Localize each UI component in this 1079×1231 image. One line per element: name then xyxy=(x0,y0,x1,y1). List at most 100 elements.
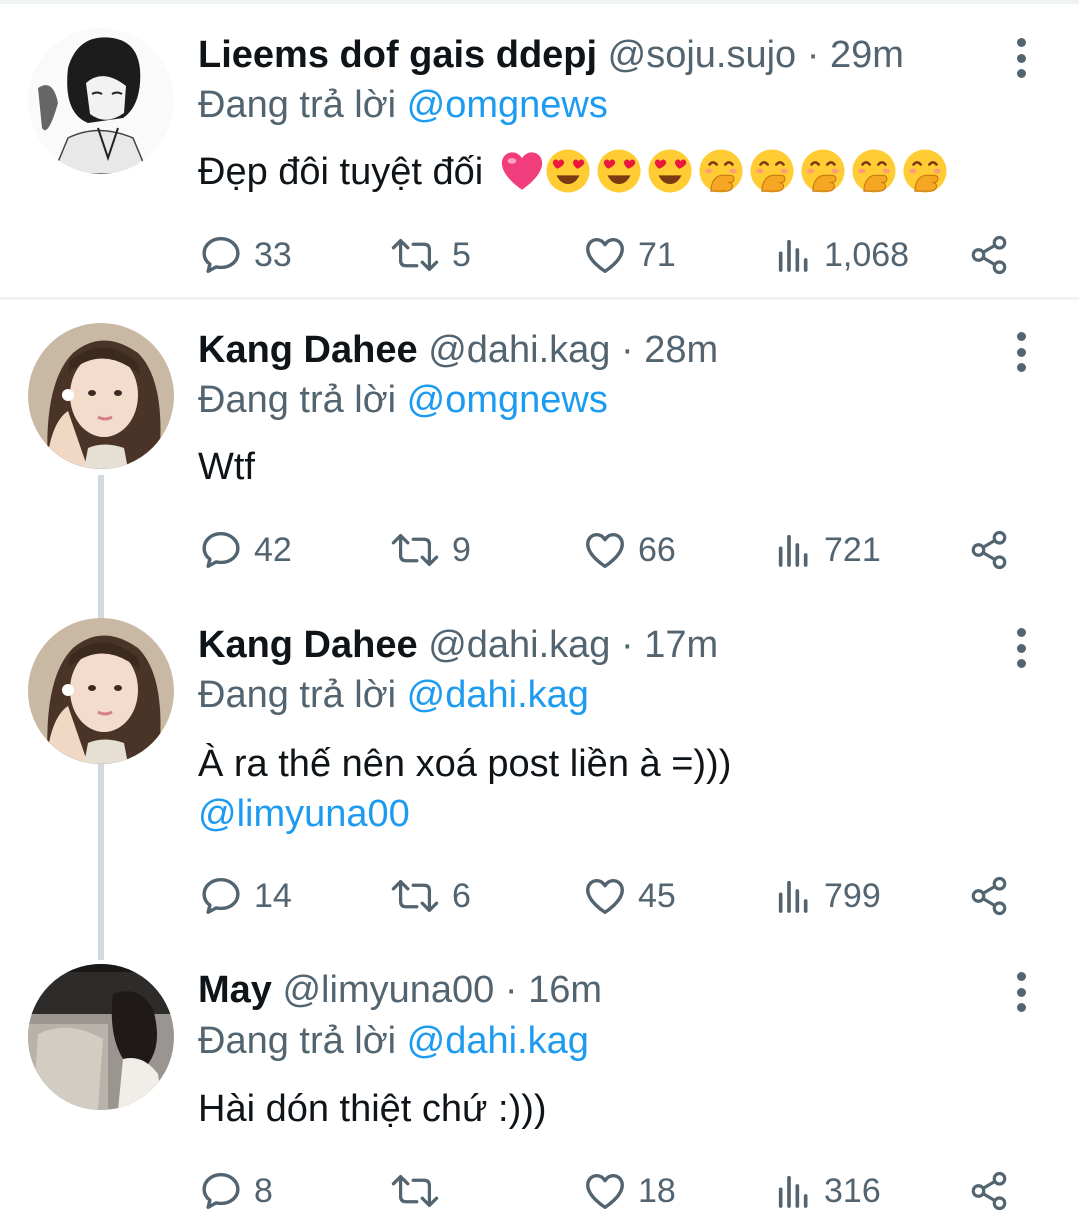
avatar[interactable] xyxy=(28,964,174,1110)
like-button[interactable]: 71 xyxy=(582,230,676,280)
like-count: 71 xyxy=(638,235,676,274)
views-button[interactable]: 1,068 xyxy=(774,230,909,280)
view-count: 799 xyxy=(824,876,881,915)
avatar[interactable] xyxy=(28,323,174,469)
timestamp[interactable]: 17m xyxy=(644,624,718,666)
avatar[interactable] xyxy=(28,618,174,764)
display-name[interactable]: Kang Dahee xyxy=(198,329,418,371)
heart-eyes-emoji-icon xyxy=(647,148,693,194)
reply-button[interactable]: 42 xyxy=(198,525,292,575)
display-name[interactable]: Lieems dof gais ddepj xyxy=(198,34,597,76)
reply-button[interactable]: 8 xyxy=(198,1166,273,1216)
views-icon xyxy=(774,235,814,275)
retweet-icon xyxy=(388,233,442,277)
views-button[interactable]: 721 xyxy=(774,525,881,575)
tweet-actions: 33 5 71 1,068 xyxy=(198,230,1028,280)
mention-link[interactable]: @dahi.kag xyxy=(407,674,589,716)
tweet-text-line: Wtf xyxy=(198,446,255,488)
mention-link[interactable]: @dahi.kag xyxy=(407,1020,589,1062)
retweet-icon xyxy=(388,874,442,918)
like-button[interactable]: 18 xyxy=(582,1166,676,1216)
more-options-icon[interactable] xyxy=(1008,972,1034,1012)
share-icon xyxy=(968,234,1010,276)
mention-link[interactable]: @omgnews xyxy=(407,379,608,421)
replying-to: Đang trả lời @dahi.kag xyxy=(198,1018,589,1064)
reply-button[interactable]: 14 xyxy=(198,871,292,921)
tweet-header: Lieems dof gais ddepj @soju.sujo · 29m xyxy=(198,32,904,78)
handle[interactable]: @dahi.kag xyxy=(428,329,610,371)
mention-link[interactable]: @limyuna00 xyxy=(198,793,410,835)
reply-icon xyxy=(198,1168,244,1214)
view-count: 721 xyxy=(824,530,881,569)
hand-over-mouth-emoji-icon xyxy=(800,148,846,194)
reply-count: 14 xyxy=(254,876,292,915)
tweet-text-line: Đẹp đôi tuyệt đối xyxy=(198,151,484,193)
tweet[interactable]: Lieems dof gais ddepj @soju.sujo · 29m Đ… xyxy=(0,0,1079,298)
heart-eyes-emoji-icon xyxy=(545,148,591,194)
retweet-button[interactable]: 6 xyxy=(388,871,471,921)
retweet-button[interactable] xyxy=(388,1166,452,1216)
tweet-actions: 8 18 316 xyxy=(198,1166,1028,1216)
share-button[interactable] xyxy=(968,230,1010,280)
share-icon xyxy=(968,529,1010,571)
retweet-icon xyxy=(388,528,442,572)
separator: · xyxy=(621,624,634,666)
replying-to: Đang trả lời @omgnews xyxy=(198,82,608,128)
handle[interactable]: @dahi.kag xyxy=(428,624,610,666)
retweet-count: 9 xyxy=(452,530,471,569)
heart-icon xyxy=(582,232,628,278)
tweet-header: Kang Dahee @dahi.kag · 28m xyxy=(198,327,718,373)
separator: · xyxy=(621,329,634,371)
more-options-icon[interactable] xyxy=(1008,332,1034,372)
retweet-button[interactable]: 5 xyxy=(388,230,471,280)
replying-to-label: Đang trả lời xyxy=(198,84,397,126)
display-name[interactable]: Kang Dahee xyxy=(198,624,418,666)
handle[interactable]: @limyuna00 xyxy=(282,969,494,1011)
avatar[interactable] xyxy=(28,28,174,174)
views-icon xyxy=(774,876,814,916)
tweet-actions: 42 9 66 721 xyxy=(198,525,1028,575)
hand-over-mouth-emoji-icon xyxy=(851,148,897,194)
separator: · xyxy=(806,34,820,76)
timestamp[interactable]: 29m xyxy=(830,34,904,76)
share-button[interactable] xyxy=(968,871,1010,921)
tweet-text-line: À ra thế nên xoá post liền à =))) xyxy=(198,743,732,785)
like-button[interactable]: 45 xyxy=(582,871,676,921)
share-button[interactable] xyxy=(968,525,1010,575)
tweet-text: Đẹp đôi tuyệt đối xyxy=(198,148,948,196)
heart-eyes-emoji-icon xyxy=(596,148,642,194)
mention-link[interactable]: @omgnews xyxy=(407,84,608,126)
reply-icon xyxy=(198,232,244,278)
separator: · xyxy=(504,969,518,1011)
view-count: 1,068 xyxy=(824,235,910,274)
more-options-icon[interactable] xyxy=(1008,628,1034,668)
heart-icon xyxy=(582,1168,628,1214)
more-options-icon[interactable] xyxy=(1008,38,1034,78)
tweet-header: May @limyuna00 · 16m xyxy=(198,967,602,1013)
tweet-actions: 14 6 45 799 xyxy=(198,871,1028,921)
heart-emoji-icon xyxy=(499,148,545,194)
reply-button[interactable]: 33 xyxy=(198,230,292,280)
share-button[interactable] xyxy=(968,1166,1010,1216)
retweet-button[interactable]: 9 xyxy=(388,525,471,575)
reply-icon xyxy=(198,873,244,919)
like-button[interactable]: 66 xyxy=(582,525,676,575)
views-button[interactable]: 316 xyxy=(774,1166,881,1216)
views-button[interactable]: 799 xyxy=(774,871,881,921)
share-icon xyxy=(968,1170,1010,1212)
replying-to-label: Đang trả lời xyxy=(198,379,397,421)
hand-over-mouth-emoji-icon xyxy=(698,148,744,194)
timestamp[interactable]: 16m xyxy=(528,969,602,1011)
heart-icon xyxy=(582,873,628,919)
retweet-icon xyxy=(388,1169,442,1213)
display-name[interactable]: May xyxy=(198,969,272,1011)
like-count: 18 xyxy=(638,1171,676,1210)
replying-to-label: Đang trả lời xyxy=(198,1020,397,1062)
tweet-text: Wtf xyxy=(198,443,255,491)
reply-count: 8 xyxy=(254,1171,273,1210)
tweet-header: Kang Dahee @dahi.kag · 17m xyxy=(198,622,718,668)
tweet-text: Hài dón thiệt chứ :))) xyxy=(198,1085,547,1133)
timestamp[interactable]: 28m xyxy=(644,329,718,371)
like-count: 66 xyxy=(638,530,676,569)
handle[interactable]: @soju.sujo xyxy=(608,34,797,76)
